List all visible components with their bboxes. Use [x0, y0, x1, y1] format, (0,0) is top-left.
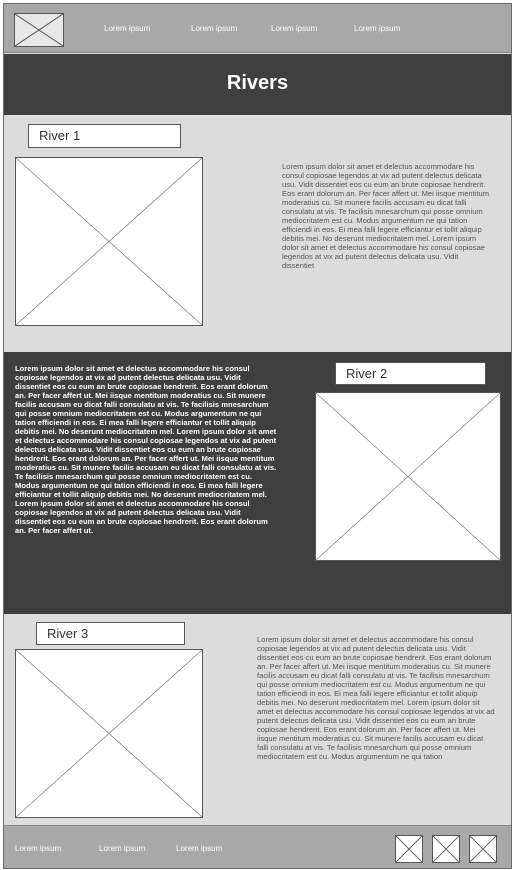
river-2-image-placeholder — [315, 392, 501, 561]
footer: Lorem ipsum Lorem ipsum Lorem ipsum — [4, 825, 511, 868]
social-placeholder-icon-1[interactable] — [395, 835, 423, 863]
footer-link-1[interactable]: Lorem ipsum — [15, 844, 61, 853]
river-section-3: River 3 Lorem ipsum dolor sit amet et de… — [4, 614, 511, 825]
footer-link-3[interactable]: Lorem ipsum — [176, 844, 222, 853]
river-2-title: River 2 — [335, 362, 486, 385]
river-2-description: Lorem ipsum dolor sit amet et delectus a… — [15, 364, 277, 535]
nav-link-4[interactable]: Lorem ipsum — [354, 24, 400, 33]
river-1-image-placeholder — [15, 157, 203, 326]
nav-link-3[interactable]: Lorem ipsum — [271, 24, 317, 33]
logo-placeholder-icon[interactable] — [14, 13, 64, 47]
nav-link-2[interactable]: Lorem ipsum — [191, 24, 237, 33]
page-title: Rivers — [226, 72, 289, 94]
footer-link-2[interactable]: Lorem ipsum — [99, 844, 145, 853]
river-1-title: River 1 — [28, 124, 181, 148]
river-section-2: Lorem ipsum dolor sit amet et delectus a… — [4, 352, 511, 614]
nav-link-1[interactable]: Lorem ipsum — [104, 24, 150, 33]
social-placeholder-icon-3[interactable] — [469, 835, 497, 863]
river-3-title: River 3 — [36, 622, 185, 645]
page-frame: Lorem ipsum Lorem ipsum Lorem ipsum Lore… — [3, 3, 512, 869]
river-1-description: Lorem ipsum dolor sit amet et delectus a… — [282, 162, 490, 270]
river-3-description: Lorem ipsum dolor sit amet et delectus a… — [257, 635, 495, 761]
social-placeholder-icon-2[interactable] — [432, 835, 460, 863]
top-nav: Lorem ipsum Lorem ipsum Lorem ipsum Lore… — [4, 4, 511, 53]
hero-banner: Rivers — [4, 54, 511, 115]
river-section-1: River 1 Lorem ipsum dolor sit amet et de… — [4, 115, 511, 352]
river-3-image-placeholder — [15, 649, 203, 818]
